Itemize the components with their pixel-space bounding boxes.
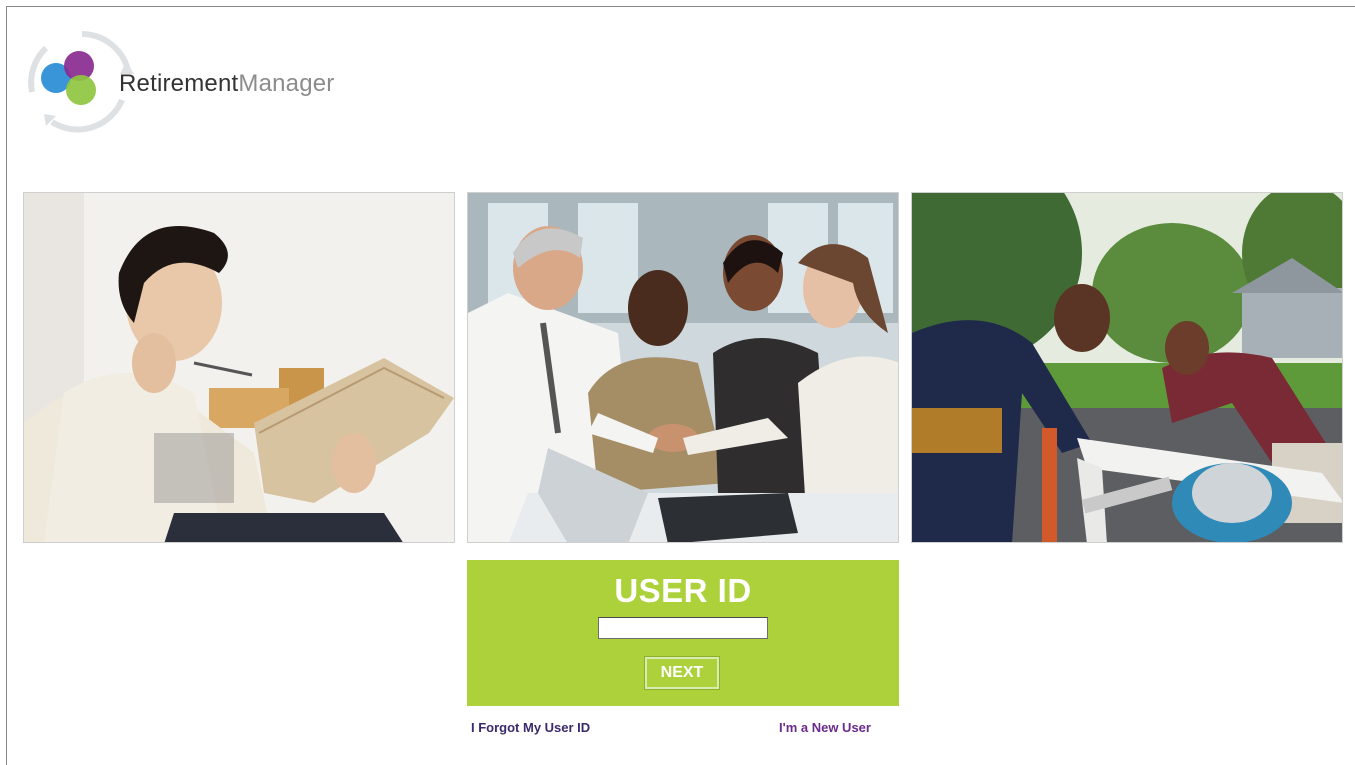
user-id-heading: USER ID — [614, 572, 752, 609]
photo-woman-reading — [23, 192, 455, 543]
logo-word-manager: Manager — [238, 70, 335, 97]
next-button[interactable]: NEXT — [644, 656, 720, 690]
login-panel: USER ID NEXT — [467, 560, 899, 706]
photo-business-handshake — [467, 192, 899, 543]
forgot-user-id-link[interactable]: I Forgot My User ID — [471, 720, 590, 735]
logo-wordmark: RetirementManager — [119, 70, 335, 98]
photo-men-building — [911, 192, 1343, 543]
logo-word-retirement: Retirement — [119, 70, 239, 97]
retirement-manager-logo: RetirementManager — [22, 26, 362, 136]
new-user-link[interactable]: I'm a New User — [779, 720, 871, 735]
user-id-input[interactable] — [598, 617, 768, 639]
